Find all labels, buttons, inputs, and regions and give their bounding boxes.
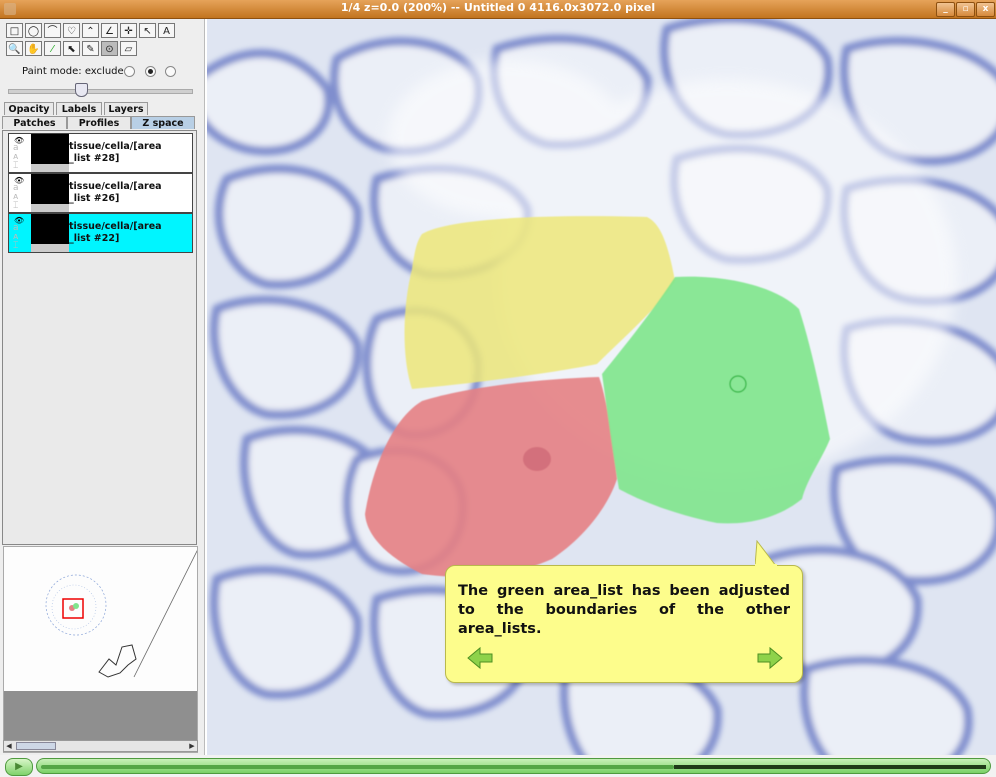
navigator-empty-area (4, 691, 197, 741)
progress-fill (41, 765, 674, 769)
paint-mode-radio-2[interactable] (145, 66, 156, 77)
polygon-select-tool-icon[interactable]: ⌒ (44, 23, 61, 38)
playback-progress[interactable] (36, 758, 991, 774)
layer-link-icon: a ᴀ ⌶ (13, 143, 19, 171)
layer-link-icon: a ᴀ ⌶ (13, 183, 19, 211)
point-tool-icon[interactable]: ✛ (120, 23, 137, 38)
angle-tool-icon[interactable]: ∠ (101, 23, 118, 38)
tab-patches[interactable]: Patches (2, 116, 67, 129)
next-arrow-icon[interactable] (756, 646, 784, 670)
hand-tool-icon[interactable]: ✋ (25, 41, 42, 56)
brush-size-slider-thumb[interactable] (75, 83, 88, 97)
rectangle-select-tool-icon[interactable]: □ (6, 23, 23, 38)
brush-size-slider[interactable] (8, 89, 193, 94)
layer-thumbnail (31, 134, 69, 172)
paint-mode-radio-3[interactable] (165, 66, 176, 77)
select-arrow-tool-icon[interactable]: ⬉ (63, 41, 80, 56)
pencil-tool-icon[interactable]: ✎ (82, 41, 99, 56)
line-tool-icon[interactable]: ⌃ (82, 23, 99, 38)
tooltip-text: The green area_list has been adjusted to… (458, 583, 790, 637)
scrollbar-thumb[interactable] (16, 742, 56, 750)
layer-link-icon: a ᴀ ⌶ (13, 223, 19, 251)
scroll-left-icon[interactable]: ◀ (4, 741, 14, 751)
z-space-panel: 👁 a ᴀ ⌶ tissue/cella/[area _list #28] 👁 a ᴀ ⌶… (2, 130, 197, 545)
tooltip-pointer (755, 540, 777, 567)
wand-tool-icon[interactable]: ↖ (139, 23, 156, 38)
navigator-overview[interactable] (3, 546, 198, 753)
tab-labels[interactable]: Labels (56, 102, 102, 115)
window-title: 1/4 z=0.0 (200%) -- Untitled 0 4116.0x30… (340, 1, 656, 14)
tutorial-tooltip: The green area_list has been adjusted to… (445, 565, 803, 683)
layer-thumbnail (31, 174, 69, 212)
layer-row-selected[interactable]: 👁 a ᴀ ⌶ tissue/cella/[area _list #22] (8, 213, 193, 253)
tab-profiles[interactable]: Profiles (67, 116, 131, 129)
scroll-right-icon[interactable]: ▶ (187, 741, 197, 751)
layers-horizontal-scrollbar[interactable]: ◀ ▶ (3, 740, 198, 752)
brush-tool-icon[interactable]: ⊙ (101, 41, 118, 56)
previous-arrow-icon[interactable] (466, 646, 494, 670)
image-canvas[interactable]: The green area_list has been adjusted to… (207, 19, 996, 755)
zoom-tool-icon[interactable]: 🔍 (6, 41, 23, 56)
play-button[interactable]: ▶ (5, 758, 33, 776)
tab-opacity[interactable]: Opacity (4, 102, 54, 115)
paint-mode-radio-1[interactable] (124, 66, 135, 77)
tab-z-space[interactable]: Z space (131, 116, 195, 129)
paint-mode-label: Paint mode: exclude (22, 66, 124, 77)
window-titlebar: 1/4 z=0.0 (200%) -- Untitled 0 4116.0x30… (0, 0, 996, 19)
player-bar: ▶ (0, 755, 996, 777)
left-panel: □ ◯ ⌒ ♡ ⌃ ∠ ✛ ↖ A 🔍 ✋ ⁄ ⬉ ✎ ⊙ ▱ Paint mo… (0, 19, 205, 755)
maximize-button[interactable]: ▫ (956, 2, 975, 17)
align-tool-icon[interactable]: ▱ (120, 41, 137, 56)
minimize-button[interactable]: _ (936, 2, 955, 17)
layer-label: tissue/cella/[area _list #26] (69, 181, 162, 204)
freehand-select-tool-icon[interactable]: ♡ (63, 23, 80, 38)
layer-thumbnail (31, 214, 69, 252)
layer-row[interactable]: 👁 a ᴀ ⌶ tissue/cella/[area _list #26] (8, 173, 193, 213)
layer-label: tissue/cella/[area _list #28] (69, 141, 162, 164)
layer-label: tissue/cella/[area _list #22] (69, 221, 162, 244)
close-button[interactable]: x (976, 2, 995, 17)
tab-layers[interactable]: Layers (104, 102, 148, 115)
oval-select-tool-icon[interactable]: ◯ (25, 23, 42, 38)
layer-row[interactable]: 👁 a ᴀ ⌶ tissue/cella/[area _list #28] (8, 133, 193, 173)
progress-remaining (674, 765, 986, 769)
play-icon: ▶ (15, 761, 23, 772)
text-tool-icon[interactable]: A (158, 23, 175, 38)
navigator-map (45, 550, 197, 678)
pen-tool-icon[interactable]: ⁄ (44, 41, 61, 56)
